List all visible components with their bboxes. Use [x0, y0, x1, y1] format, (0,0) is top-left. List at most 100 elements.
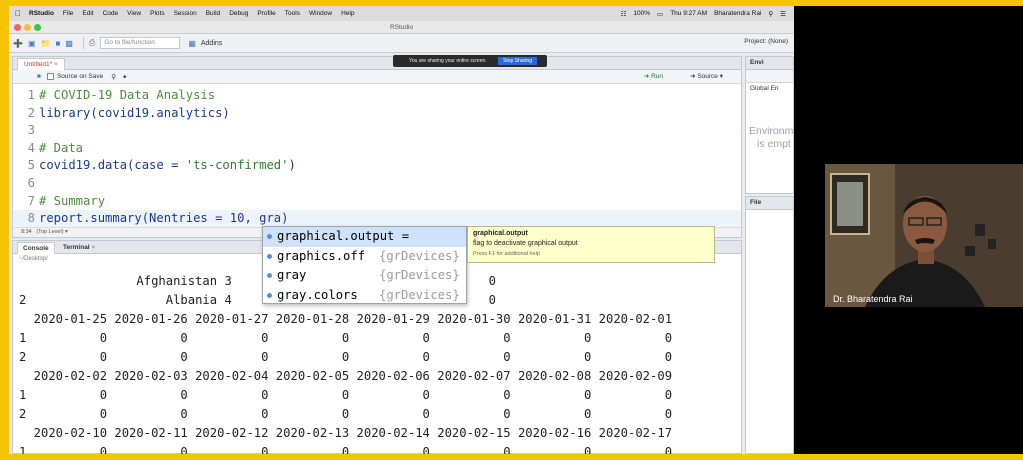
save-icon[interactable]: ■ — [56, 39, 61, 48]
tab-terminal[interactable]: Terminal × — [63, 242, 95, 253]
screen-sharing-banner: You are sharing your entire screen. Stop… — [393, 55, 547, 67]
argument-icon — [267, 234, 272, 239]
autocomplete-popup: graphical.output = graphics.off {grDevice… — [262, 226, 467, 304]
menu-debug[interactable]: Debug — [229, 10, 248, 17]
presenter-video-icon — [825, 164, 1023, 307]
empty-line-1: Environm — [749, 125, 794, 137]
code-text: # COVID-19 Data Analysis — [39, 88, 216, 102]
tab-files[interactable]: File — [746, 197, 793, 210]
tab-environment[interactable]: Envi — [746, 57, 793, 70]
autocomplete-package: {grDevices} — [379, 287, 460, 302]
console-line: 1 0 0 0 0 0 0 0 0 — [19, 445, 673, 454]
files-pane: File — [745, 196, 794, 454]
environment-empty-message: Environm is empt — [749, 125, 793, 151]
stop-sharing-button[interactable]: Stop Sharing — [498, 57, 537, 65]
mac-menubar:  RStudio File Edit Code View Plots Sess… — [9, 6, 794, 21]
autocomplete-package: {grDevices} — [379, 268, 460, 282]
addins-menu[interactable]: Addins — [201, 40, 222, 47]
menu-app-name[interactable]: RStudio — [29, 10, 54, 17]
new-file-icon[interactable]: ➕ — [13, 39, 23, 48]
menu-tools[interactable]: Tools — [285, 10, 300, 17]
save-file-icon[interactable]: ■ — [37, 73, 41, 80]
environment-toolbar — [746, 70, 793, 83]
menu-help[interactable]: Help — [341, 10, 354, 17]
source-on-save-checkbox[interactable] — [46, 73, 54, 80]
autocomplete-item[interactable]: gray.colors {grDevices} — [263, 286, 466, 306]
menu-file[interactable]: File — [63, 10, 73, 17]
window-titlebar: RStudio — [9, 21, 794, 34]
autocomplete-item[interactable]: graphical.output = — [263, 227, 466, 247]
autocomplete-package: {grDevices} — [379, 248, 460, 263]
user-name[interactable]: Bharatendra Rai — [714, 10, 761, 17]
search-icon[interactable]: ⚲ — [768, 10, 773, 18]
empty-line-2: is empt — [757, 138, 791, 150]
line-number: 7 — [27, 193, 35, 208]
tab-terminal-label: Terminal — [63, 244, 90, 251]
autocomplete-item[interactable]: gray {grDevices} — [263, 266, 466, 286]
run-label: Run — [651, 73, 663, 80]
print-icon[interactable]: ⎙ — [89, 38, 95, 48]
project-menu[interactable]: Project: (None) — [744, 38, 788, 45]
grid-layout-icon[interactable]: ▦ — [188, 39, 196, 48]
menu-profile[interactable]: Profile — [257, 10, 275, 17]
source-label: Source — [697, 73, 718, 80]
menu-code[interactable]: Code — [103, 10, 119, 17]
tab-untitled1[interactable]: Untitled1* × — [17, 58, 65, 70]
menu-build[interactable]: Build — [206, 10, 220, 17]
battery-icon[interactable]: ▭ — [657, 10, 663, 18]
tab-console[interactable]: Console — [17, 242, 55, 254]
menu-view[interactable]: View — [127, 10, 141, 17]
line-number: 4 — [27, 140, 35, 155]
source-toolbar: ■ Source on Save ⚲ ✦ ➜ Run ➜ Source ▾ — [13, 70, 741, 84]
apple-icon[interactable]:  — [15, 9, 21, 18]
menu-session[interactable]: Session — [174, 10, 197, 17]
minimize-window-icon[interactable] — [24, 24, 31, 31]
global-environment-selector[interactable]: Global En — [746, 83, 793, 92]
code-text: # Summary — [39, 193, 106, 208]
environment-pane: Envi Global En Environm is empt — [745, 56, 794, 194]
line-number: 5 — [27, 158, 35, 173]
goto-file-input[interactable]: Go to file/function — [100, 37, 181, 49]
close-tab-icon[interactable]: × — [54, 61, 58, 68]
open-file-icon[interactable]: 📁 — [41, 39, 51, 48]
webcam-feed: Dr. Bharatendra Rai — [825, 164, 1023, 307]
window-title: RStudio — [389, 24, 414, 31]
console-line: 1 0 0 0 0 0 0 0 0 — [19, 388, 673, 402]
line-number: 3 — [27, 123, 35, 138]
wifi-icon[interactable]: ☷ — [621, 10, 627, 18]
function-icon — [267, 292, 272, 298]
save-all-icon[interactable]: ▩ — [65, 39, 73, 48]
sharing-message: You are sharing your entire screen. — [409, 58, 487, 64]
code-line-7: 7 # Summary — [13, 193, 105, 211]
code-text: report.summary(Nentries = 10, gra) — [39, 211, 289, 226]
maximize-window-icon[interactable] — [34, 24, 41, 31]
close-terminal-icon[interactable]: × — [91, 244, 95, 251]
menu-window[interactable]: Window — [309, 10, 332, 17]
code-line-1: 1 # COVID-19 Data Analysis — [13, 87, 215, 105]
source-on-save-label: Source on Save — [56, 73, 104, 80]
autocomplete-label: gray — [277, 268, 307, 282]
clock[interactable]: Thu 9:27 AM — [670, 10, 707, 17]
tab-untitled1-label: Untitled1* — [24, 61, 53, 68]
menu-plots[interactable]: Plots — [150, 10, 164, 17]
menu-edit[interactable]: Edit — [82, 10, 93, 17]
line-number: 2 — [27, 105, 35, 120]
code-editor[interactable]: 1 # COVID-19 Data Analysis 2 library(covid… — [13, 85, 741, 228]
autocomplete-help-tooltip: graphical.output flag to deactivate grap… — [467, 226, 715, 263]
menu-list-icon[interactable]: ☰ — [780, 10, 786, 18]
search-code-icon[interactable]: ⚲ — [111, 73, 116, 81]
presenter-name: Dr. Bharatendra Rai — [833, 294, 913, 304]
autocomplete-item[interactable]: graphics.off {grDevices} — [263, 247, 466, 267]
new-project-icon[interactable]: ▣ — [28, 39, 36, 48]
run-button[interactable]: ➜ Run — [644, 72, 663, 80]
line-number: 1 — [27, 88, 35, 102]
code-text: covid19.data(case = 'ts-confirmed') — [39, 158, 296, 173]
autocomplete-label: graphics.off — [277, 248, 366, 263]
source-button[interactable]: ➜ Source ▾ — [690, 72, 723, 80]
scope-selector[interactable]: (Top Level) — [36, 229, 63, 235]
code-line-5: 5 covid19.data(case = 'ts-confirmed') — [13, 157, 296, 175]
close-window-icon[interactable] — [14, 24, 21, 31]
code-tools-icon[interactable]: ✦ — [122, 73, 127, 81]
help-description: flag to deactivate graphical output — [473, 240, 578, 247]
function-icon — [267, 253, 272, 259]
